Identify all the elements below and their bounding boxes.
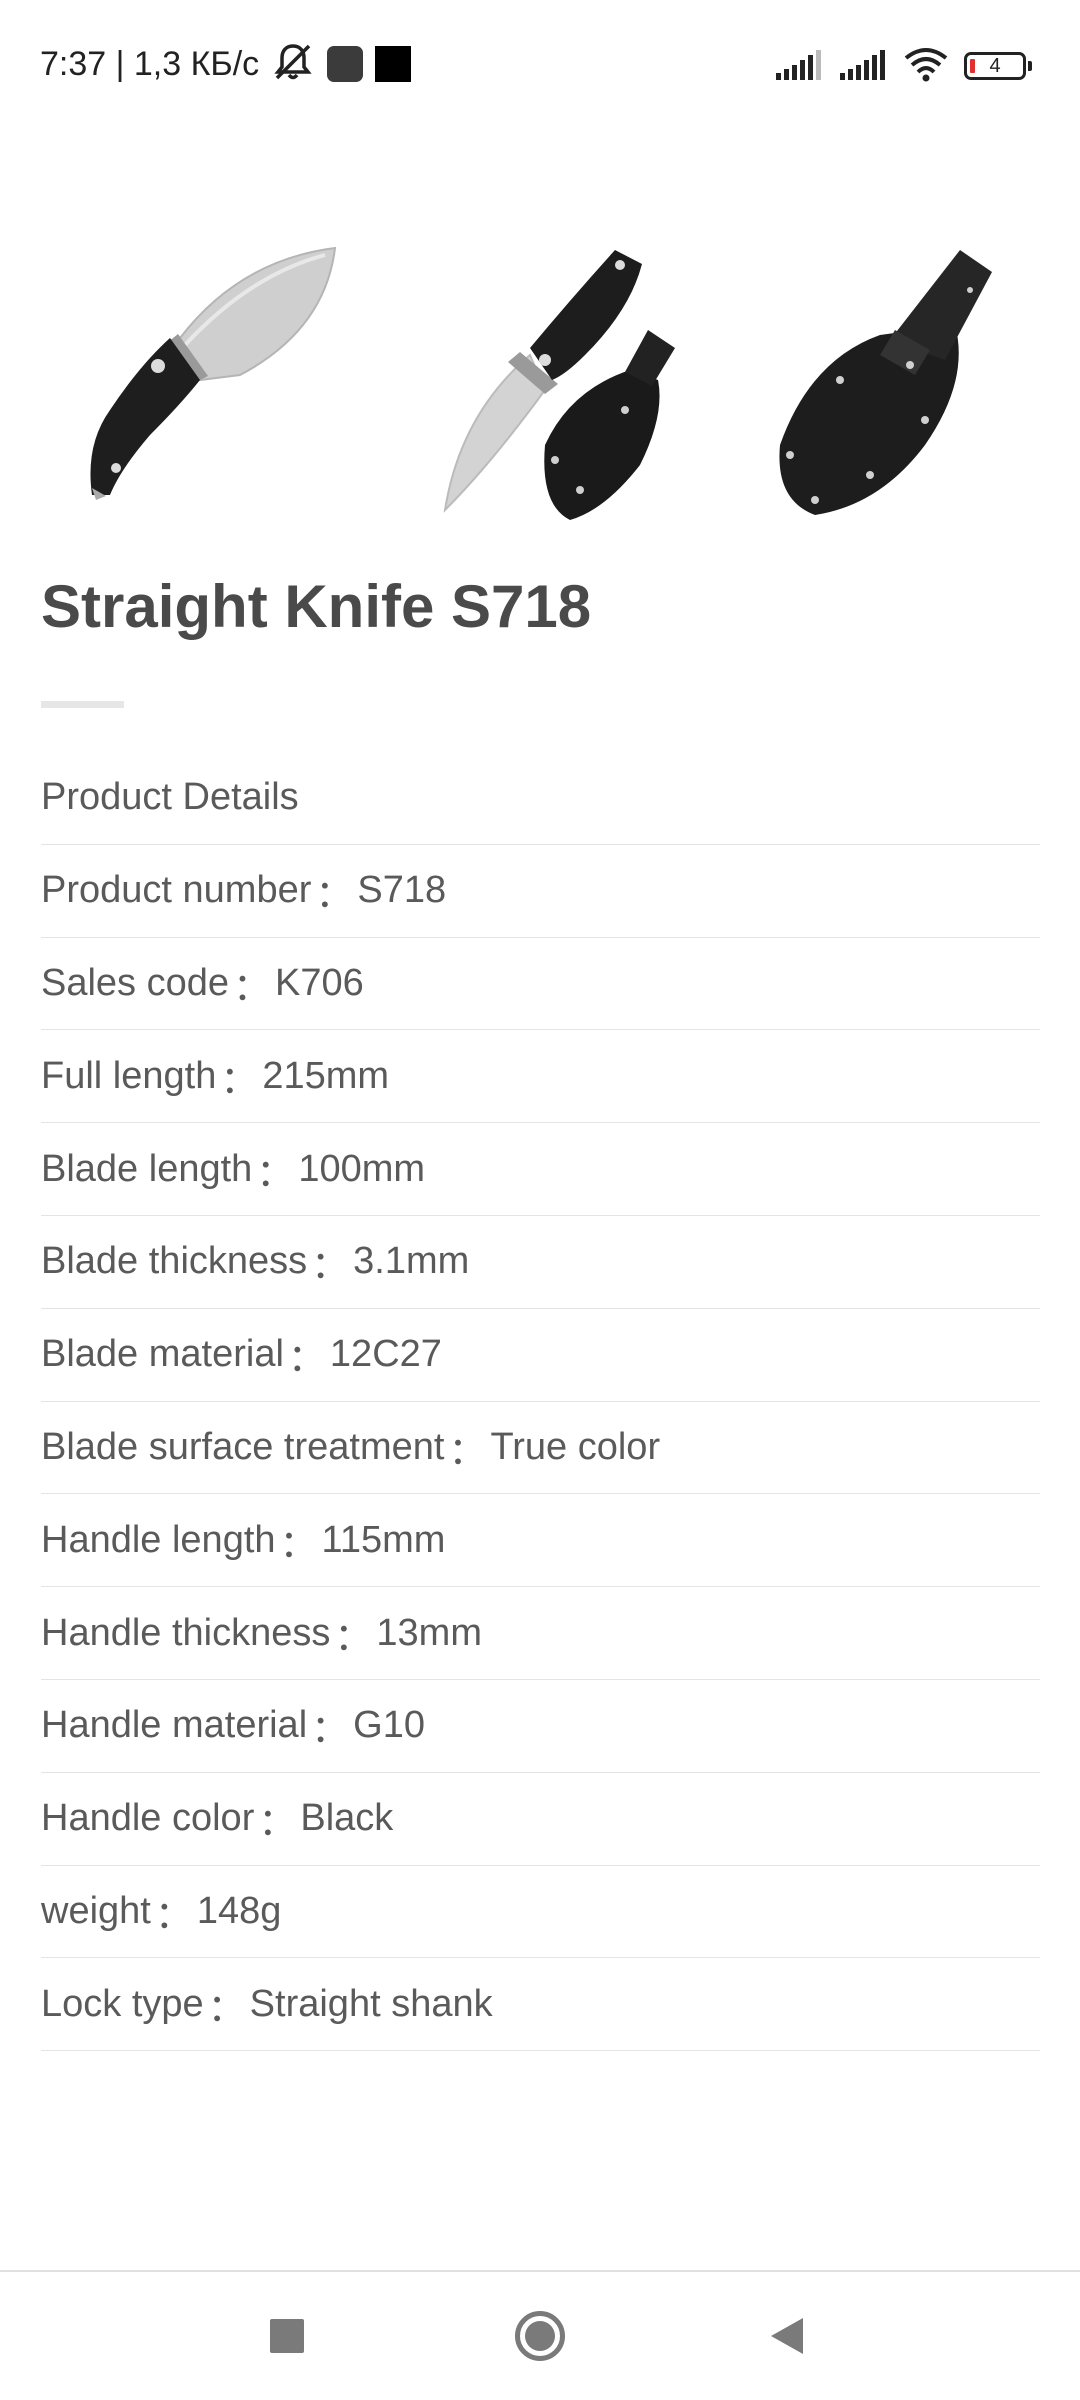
spec-value: S718: [357, 869, 447, 912]
back-button[interactable]: [727, 2272, 847, 2400]
spec-separator: ：: [287, 1338, 326, 1381]
spec-separator: ：: [311, 1245, 350, 1288]
spec-label: Blade material: [41, 1333, 284, 1376]
spec-label: Lock type: [41, 1982, 204, 2025]
square-icon: [270, 2319, 304, 2353]
spec-row: Sales code： K706: [41, 938, 1040, 1031]
spec-value: 12C27: [329, 1333, 442, 1376]
spec-label: Blade length: [41, 1147, 253, 1190]
spec-row: Product number： S718: [41, 845, 1040, 938]
spec-label: Handle color: [41, 1797, 255, 1840]
signal-icon: [838, 47, 888, 86]
spec-row: Full length： 215mm: [41, 1030, 1040, 1124]
product-details-heading: Product Details: [41, 776, 299, 819]
spec-separator: ：: [334, 1616, 373, 1659]
spec-label: Handle thickness: [41, 1611, 331, 1654]
spec-row: Handle length： 115mm: [41, 1494, 1040, 1588]
spec-separator: ：: [207, 1987, 246, 2030]
spec-label: Blade thickness: [41, 1240, 308, 1283]
spec-row: Handle material： G10: [41, 1680, 1040, 1773]
spec-value: Black: [300, 1797, 394, 1840]
wifi-icon: [902, 46, 950, 87]
knife-image[interactable]: [40, 230, 360, 530]
status-bar: 7:37 | 1,3 КБ/с 4: [0, 0, 1080, 128]
spec-row: Blade thickness： 3.1mm: [41, 1216, 1040, 1309]
spec-label: weight: [41, 1889, 151, 1932]
spec-separator: ：: [311, 1709, 350, 1752]
status-left: 7:37 | 1,3 КБ/с: [40, 40, 412, 88]
spec-value: 13mm: [376, 1611, 482, 1654]
spec-label: Product number: [41, 869, 312, 912]
spec-value: G10: [353, 1704, 425, 1747]
spec-value: True color: [490, 1425, 661, 1468]
spec-value: 3.1mm: [353, 1240, 470, 1283]
product-details-heading-row: Product Details: [41, 752, 1040, 845]
product-image-gallery: [40, 230, 1040, 530]
spec-separator: ：: [279, 1523, 318, 1566]
page-title: Straight Knife S718: [41, 573, 592, 640]
spec-separator: ：: [154, 1894, 193, 1937]
spec-value: 215mm: [262, 1054, 390, 1097]
spec-label: Blade surface treatment: [41, 1425, 445, 1468]
knife-with-sheath-image[interactable]: [380, 230, 700, 530]
spec-label: Sales code: [41, 961, 230, 1004]
status-time: 7:37 | 1,3 КБ/с: [40, 44, 260, 83]
triangle-back-icon: [771, 2318, 803, 2354]
spec-value: 115mm: [321, 1518, 446, 1561]
battery-icon: 4: [964, 52, 1026, 80]
spec-value: K706: [275, 961, 364, 1004]
spec-row: Blade material： 12C27: [41, 1309, 1040, 1402]
spec-row: Blade surface treatment： True color: [41, 1402, 1040, 1495]
spec-value: 100mm: [298, 1147, 426, 1190]
spec-value: Straight shank: [249, 1982, 493, 2025]
system-nav-bar: [0, 2272, 1080, 2400]
spec-separator: ：: [315, 874, 354, 917]
title-underline: [41, 701, 124, 708]
spec-separator: ：: [256, 1152, 295, 1195]
status-right: 4: [774, 44, 1032, 88]
battery-level: 4: [989, 54, 1001, 77]
muted-bell-icon: [271, 42, 315, 87]
spec-row: Handle thickness： 13mm: [41, 1587, 1040, 1680]
spec-row: Handle color： Black: [41, 1773, 1040, 1866]
app-notification-icon: [375, 46, 412, 82]
spec-separator: ：: [220, 1059, 259, 1102]
recents-button[interactable]: [227, 2272, 347, 2400]
spec-label: Full length: [41, 1054, 217, 1097]
battery-tip: [1028, 61, 1032, 71]
spec-row: Lock type： Straight shank: [41, 1958, 1040, 2052]
home-button[interactable]: [480, 2272, 600, 2400]
app-notification-icon: [327, 46, 364, 82]
spec-value: 148g: [196, 1889, 282, 1932]
sheath-image[interactable]: [720, 230, 1040, 530]
spec-separator: ：: [448, 1430, 487, 1473]
spec-separator: ：: [233, 966, 272, 1009]
spec-label: Handle material: [41, 1704, 308, 1747]
spec-row: weight： 148g: [41, 1866, 1040, 1959]
circle-icon: [515, 2311, 565, 2361]
spec-separator: ：: [258, 1802, 297, 1845]
spec-row: Blade length： 100mm: [41, 1123, 1040, 1216]
spec-label: Handle length: [41, 1518, 276, 1561]
screen: 7:37 | 1,3 КБ/с 4 Straight Knife S718 Pr…: [0, 0, 1080, 2400]
signal-icon: [774, 47, 824, 86]
product-details-list: Product Details Product number： S718 Sale…: [41, 752, 1040, 2052]
